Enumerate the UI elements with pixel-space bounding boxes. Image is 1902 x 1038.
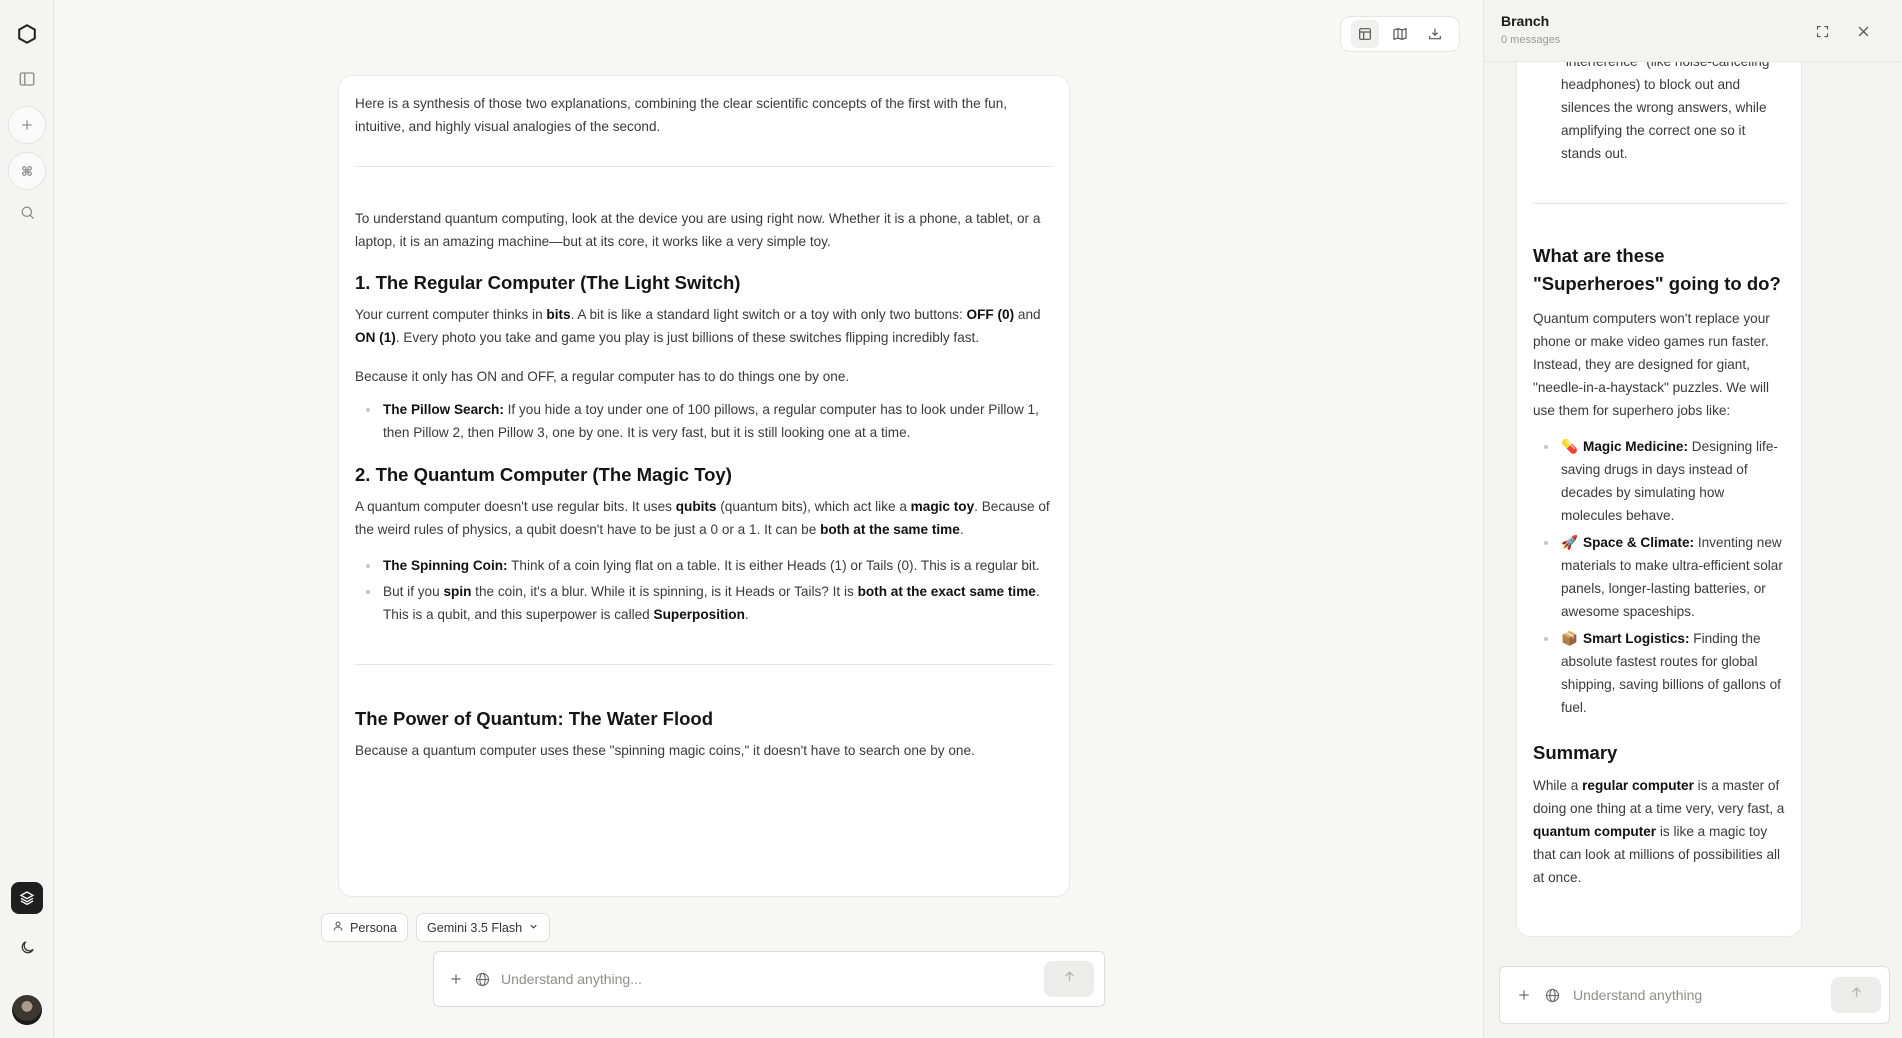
bullet-list: The Pillow Search: If you hide a toy und… xyxy=(355,398,1053,444)
new-chat-plus-icon[interactable] xyxy=(8,106,46,144)
layout-view-icon[interactable] xyxy=(1350,20,1379,48)
message-input[interactable] xyxy=(501,971,1044,987)
paragraph: Quantum computers won't replace your pho… xyxy=(1533,311,1770,418)
model-selector[interactable]: Gemini 3.5 Flash xyxy=(416,913,551,942)
branch-message-count: 0 messages xyxy=(1501,34,1561,46)
paragraph: A quantum computer doesn't use regular b… xyxy=(355,499,1050,537)
bullet-list: 💊 Magic Medicine: Designing life-saving d… xyxy=(1533,435,1787,719)
branch-title: Branch xyxy=(1501,13,1550,29)
paragraph: Your current computer thinks in bits. A … xyxy=(355,307,1041,345)
list-item: The Spinning Coin: Think of a coin lying… xyxy=(366,554,1053,577)
branch-panel: Quantum computers use "interference" (li… xyxy=(1483,0,1902,1038)
dark-mode-moon-icon[interactable] xyxy=(9,929,45,965)
summary-paragraph: While a regular computer is a master of … xyxy=(1533,778,1785,885)
section-heading: Summary xyxy=(1533,742,1618,763)
globe-icon[interactable] xyxy=(474,971,491,988)
close-icon[interactable] xyxy=(1850,18,1876,44)
globe-icon[interactable] xyxy=(1544,987,1561,1004)
arrow-up-icon xyxy=(1062,969,1077,989)
divider xyxy=(355,166,1053,167)
logo-hexagon-icon[interactable] xyxy=(9,16,45,52)
left-rail xyxy=(0,0,54,1038)
paragraph: Because a quantum computer uses these "s… xyxy=(355,743,975,758)
layers-icon[interactable] xyxy=(11,882,43,914)
paragraph: To understand quantum computing, look at… xyxy=(355,211,1041,249)
sidebar-toggle-icon[interactable] xyxy=(9,61,45,97)
map-icon[interactable] xyxy=(1386,20,1414,48)
command-icon[interactable] xyxy=(8,152,46,190)
main-composer xyxy=(433,951,1105,1007)
section-heading: What are these "Superheroes" going to do… xyxy=(1533,245,1781,294)
divider xyxy=(355,664,1053,665)
arrow-up-icon xyxy=(1849,985,1864,1005)
section-heading: The Power of Quantum: The Water Flood xyxy=(355,708,714,729)
bullet-list: The Spinning Coin: Think of a coin lying… xyxy=(355,554,1053,626)
model-label: Gemini 3.5 Flash xyxy=(427,920,523,935)
user-avatar[interactable] xyxy=(12,995,42,1025)
rocket-icon: 🚀 xyxy=(1561,535,1578,550)
intro-paragraph: Here is a synthesis of those two explana… xyxy=(355,96,1008,134)
section-heading: 1. The Regular Computer (The Light Switc… xyxy=(355,272,741,293)
attach-plus-icon[interactable] xyxy=(1516,987,1532,1003)
attach-plus-icon[interactable] xyxy=(448,971,464,987)
search-icon[interactable] xyxy=(9,194,45,230)
list-item: The Pillow Search: If you hide a toy und… xyxy=(366,398,1053,444)
section-heading: 2. The Quantum Computer (The Magic Toy) xyxy=(355,464,732,485)
branch-header: Branch 0 messages xyxy=(1484,0,1902,62)
branch-message-card: Quantum computers use "interference" (li… xyxy=(1516,40,1802,937)
list-item: 💊 Magic Medicine: Designing life-saving d… xyxy=(1544,435,1787,527)
list-item: 📦 Smart Logistics: Finding the absolute f… xyxy=(1544,627,1787,719)
chevron-down-icon xyxy=(528,921,539,935)
expand-icon[interactable] xyxy=(1809,18,1835,44)
persona-label: Persona xyxy=(350,920,397,935)
branch-message-input[interactable] xyxy=(1573,987,1831,1003)
package-icon: 📦 xyxy=(1561,631,1578,646)
branch-send-button[interactable] xyxy=(1831,977,1881,1013)
pill-icon: 💊 xyxy=(1561,439,1578,454)
branch-composer xyxy=(1499,966,1890,1024)
list-item: 🚀 Space & Climate: Inventing new material… xyxy=(1544,531,1787,623)
list-item: But if you spin the coin, it's a blur. W… xyxy=(366,580,1053,626)
paragraph: Because it only has ON and OFF, a regula… xyxy=(355,369,850,384)
divider xyxy=(1533,203,1787,204)
persona-button[interactable]: Persona xyxy=(321,913,408,942)
send-button[interactable] xyxy=(1044,961,1094,997)
view-toolbar xyxy=(1340,16,1460,52)
assistant-message-card: Here is a synthesis of those two explana… xyxy=(338,75,1070,897)
person-icon xyxy=(332,920,344,935)
download-icon[interactable] xyxy=(1421,20,1449,48)
